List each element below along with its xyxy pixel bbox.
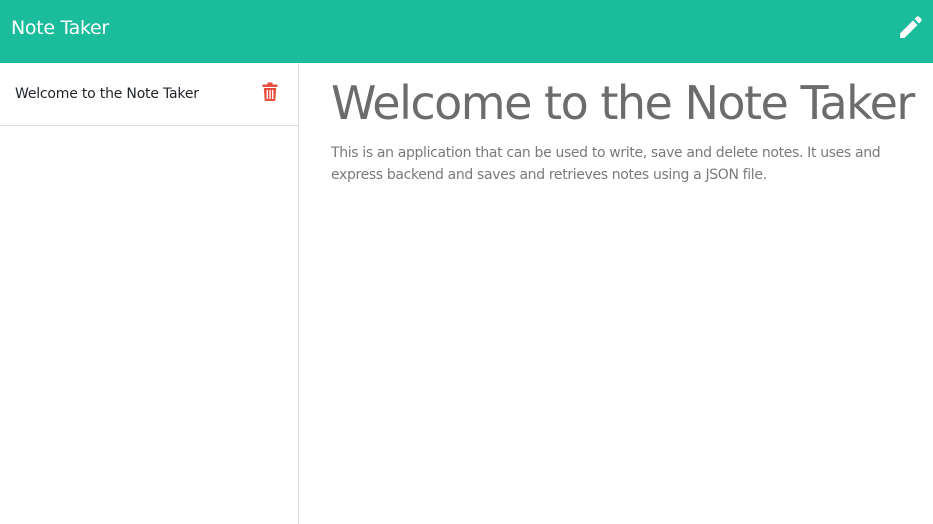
navbar: Note Taker [0,0,933,63]
note-list-item-title: Welcome to the Note Taker [15,86,199,102]
pencil-icon[interactable] [898,14,924,40]
trash-icon[interactable] [262,82,278,101]
notes-sidebar: Welcome to the Note Taker [0,63,299,524]
note-editor: Welcome to the Note Taker This is an app… [299,63,933,524]
note-list-item[interactable]: Welcome to the Note Taker [0,63,298,126]
note-title-input[interactable]: Welcome to the Note Taker [331,75,931,131]
note-text-area[interactable]: This is an application that can be used … [331,142,927,186]
app-title[interactable]: Note Taker [11,17,109,39]
